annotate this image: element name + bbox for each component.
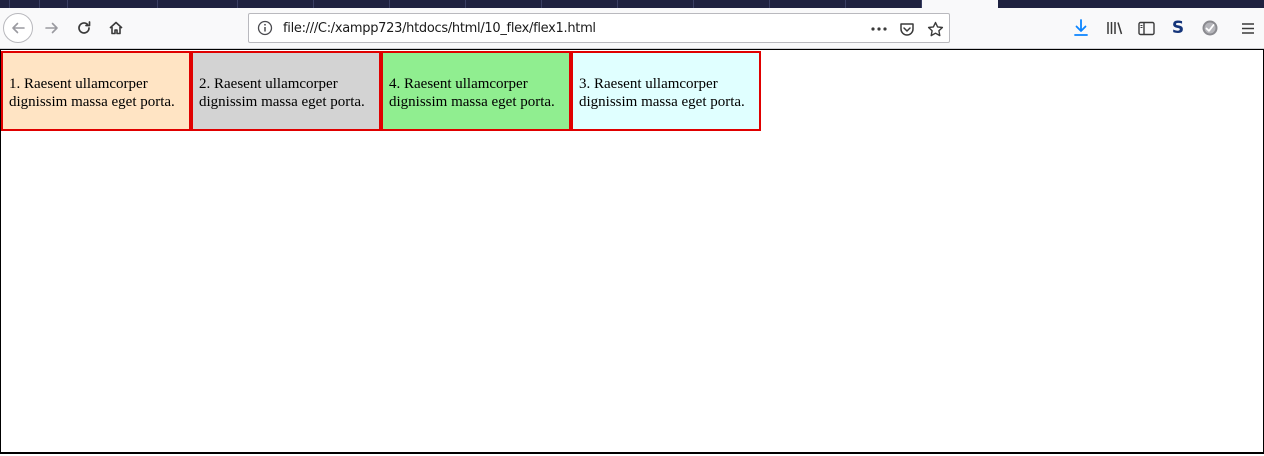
active-tab[interactable] xyxy=(922,0,998,8)
check-extension-icon xyxy=(1201,19,1219,37)
flex-item-4: 4. Raesent ullamcorper dignissim massa e… xyxy=(381,51,571,131)
download-icon xyxy=(1073,19,1089,37)
home-button[interactable] xyxy=(101,13,131,43)
flex-container: 1. Raesent ullamcorper dignissim massa e… xyxy=(1,51,761,131)
tab-strip xyxy=(0,0,1264,8)
s-extension-button[interactable]: S xyxy=(1163,13,1193,43)
reload-icon xyxy=(76,20,92,36)
sidebar-icon xyxy=(1137,21,1155,36)
sidebar-button[interactable] xyxy=(1131,13,1161,43)
tab-segment[interactable] xyxy=(542,0,618,8)
back-arrow-icon xyxy=(10,20,26,36)
hamburger-menu-icon xyxy=(1241,22,1255,35)
flex-item-2: 2. Raesent ullamcorper dignissim massa e… xyxy=(191,51,381,131)
menu-button[interactable] xyxy=(1233,13,1263,43)
tab-segment[interactable] xyxy=(0,0,10,8)
tab-segment[interactable] xyxy=(466,0,542,8)
downloads-button[interactable] xyxy=(1066,13,1096,43)
library-icon xyxy=(1106,20,1124,36)
tab-segment[interactable] xyxy=(314,0,390,8)
url-text[interactable]: file:///C:/xampp723/htdocs/html/10_flex/… xyxy=(283,21,596,36)
check-extension-button[interactable] xyxy=(1195,13,1225,43)
tab-segment[interactable] xyxy=(618,0,694,8)
tab-segment[interactable] xyxy=(158,0,238,8)
library-button[interactable] xyxy=(1100,13,1130,43)
pocket-icon[interactable] xyxy=(897,19,917,39)
reload-button[interactable] xyxy=(69,13,99,43)
url-bar[interactable]: file:///C:/xampp723/htdocs/html/10_flex/… xyxy=(248,13,950,43)
forward-button[interactable] xyxy=(37,13,67,43)
home-icon xyxy=(108,20,124,36)
forward-arrow-icon xyxy=(44,20,60,36)
tab-segment[interactable] xyxy=(40,0,68,8)
tab-segment[interactable] xyxy=(390,0,466,8)
tab-segment[interactable] xyxy=(10,0,40,8)
star-icon[interactable] xyxy=(925,19,945,39)
back-button[interactable] xyxy=(3,13,33,43)
tab-segment[interactable] xyxy=(694,0,770,8)
navigation-toolbar: file:///C:/xampp723/htdocs/html/10_flex/… xyxy=(0,8,1264,49)
flex-item-3: 3. Raesent ullamcorper dignissim massa e… xyxy=(571,51,761,131)
page-viewport: 1. Raesent ullamcorper dignissim massa e… xyxy=(0,49,1264,454)
more-dots-icon[interactable] xyxy=(869,19,889,39)
tab-segment[interactable] xyxy=(238,0,314,8)
flex-item-1: 1. Raesent ullamcorper dignissim massa e… xyxy=(1,51,191,131)
tab-segment[interactable] xyxy=(846,0,922,8)
tab-segment[interactable] xyxy=(770,0,846,8)
tab-segment[interactable] xyxy=(68,0,158,8)
info-icon[interactable] xyxy=(257,20,273,36)
s-extension-icon: S xyxy=(1171,18,1185,38)
